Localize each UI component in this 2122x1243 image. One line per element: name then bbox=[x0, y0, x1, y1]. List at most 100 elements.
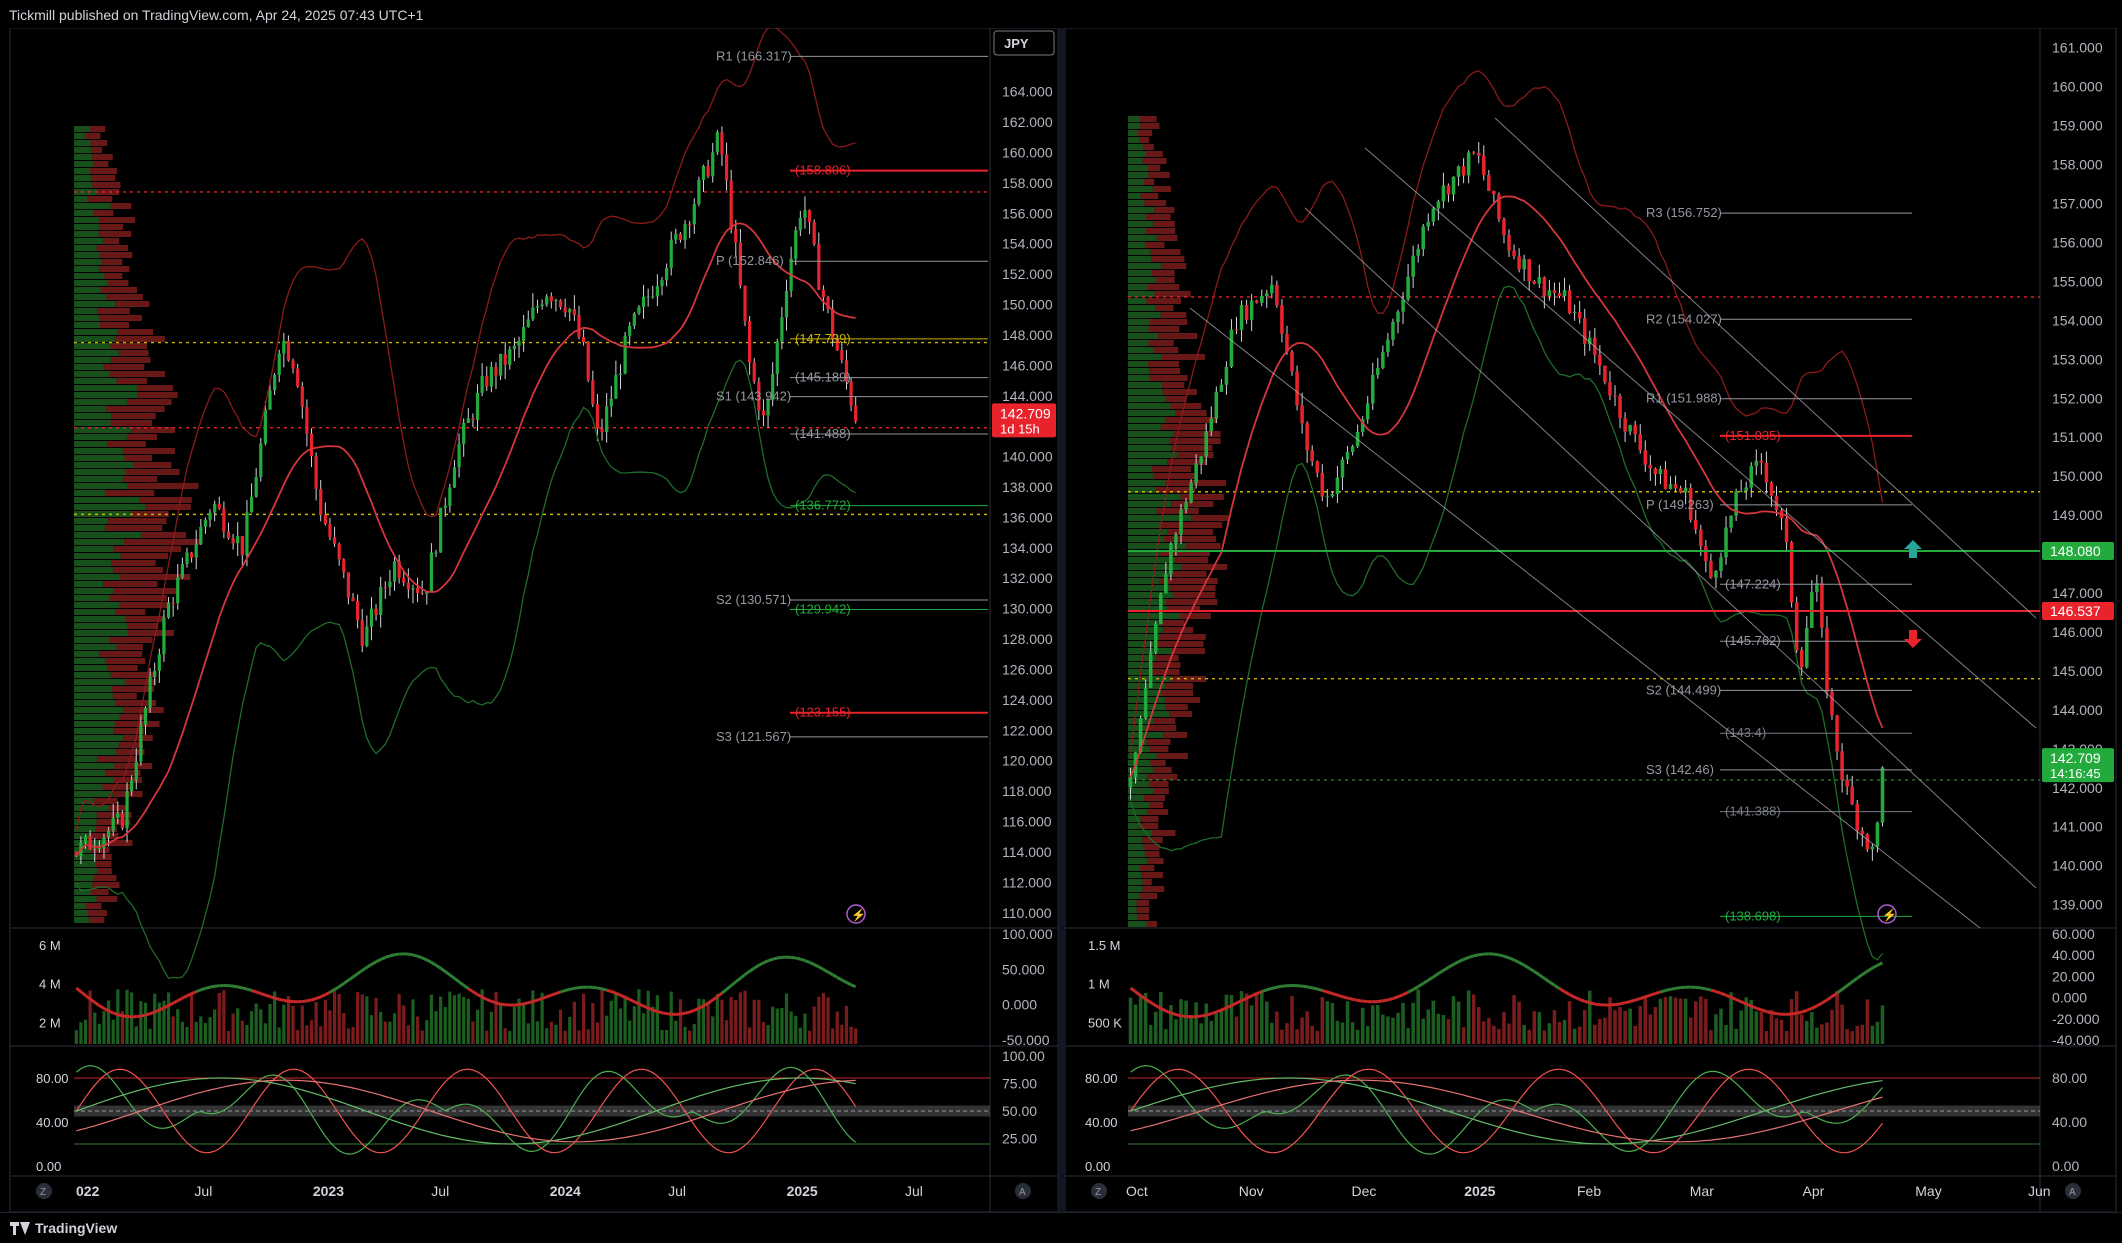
candle-body bbox=[1346, 452, 1350, 459]
candle-body bbox=[185, 553, 188, 564]
currency-button[interactable]: JPY bbox=[994, 31, 1054, 55]
stoch-left-tick: 80.00 bbox=[1085, 1071, 1118, 1086]
candle-body bbox=[144, 708, 147, 725]
volume-profile-bar bbox=[90, 889, 108, 895]
chart-layout[interactable]: 164.000162.000160.000158.000156.000154.0… bbox=[0, 28, 2122, 1212]
candle-body bbox=[637, 307, 640, 313]
volume-bar bbox=[826, 997, 829, 1044]
volume-profile-bar bbox=[128, 630, 174, 636]
time-tick-label: 2025 bbox=[787, 1183, 818, 1199]
volume-bar bbox=[596, 1022, 599, 1044]
upper-band bbox=[76, 28, 855, 829]
volume-profile-bar bbox=[74, 735, 123, 741]
candle bbox=[1341, 457, 1345, 490]
candle bbox=[411, 585, 414, 604]
lightning-icon[interactable]: ⚡ bbox=[1878, 905, 1897, 923]
candle-body bbox=[1315, 462, 1319, 473]
candle-body bbox=[1502, 219, 1506, 235]
volume-oscillator-segment bbox=[1272, 987, 1277, 988]
candle-body bbox=[753, 362, 756, 381]
arrow-up-icon[interactable] bbox=[1904, 540, 1922, 558]
candle-body bbox=[139, 725, 142, 762]
a-axis-icon[interactable]: A bbox=[1015, 1183, 1031, 1199]
volume-profile-bar bbox=[1128, 291, 1154, 297]
volume-bar bbox=[494, 992, 497, 1044]
last-price-badge: 142.7091d 15h bbox=[992, 403, 1056, 437]
volume-bar bbox=[1250, 1005, 1254, 1044]
volume-profile-bar bbox=[109, 595, 166, 601]
volume-profile-bar bbox=[1137, 914, 1149, 920]
pivot-level-label: (141.388) bbox=[1725, 804, 1781, 819]
volume-oscillator-segment bbox=[1454, 962, 1459, 965]
pivot-level-label: (158.806) bbox=[795, 163, 851, 178]
volume-profile-bar bbox=[1128, 284, 1148, 290]
candle-body bbox=[1366, 403, 1370, 419]
a-axis-icon[interactable]: A bbox=[2065, 1183, 2081, 1199]
volume-bar bbox=[674, 1021, 677, 1044]
tradingview-logo[interactable]: TradingView bbox=[10, 1220, 117, 1236]
volume-profile-bar bbox=[1128, 403, 1170, 409]
volume-oscillator-segment bbox=[1766, 1011, 1771, 1012]
volume-profile-bar bbox=[1186, 543, 1220, 549]
volume-profile-bar bbox=[120, 714, 146, 720]
z-axis-icon[interactable]: Z bbox=[1091, 1183, 1107, 1199]
volume-oscillator-segment bbox=[1267, 988, 1272, 990]
volume-bar bbox=[1568, 1001, 1572, 1044]
candle bbox=[1866, 833, 1870, 852]
candle-body bbox=[1568, 290, 1572, 313]
volume-profile-bar bbox=[1128, 193, 1141, 199]
volume-profile-bar bbox=[113, 588, 178, 594]
pivot-level-label: S1 (143.942) bbox=[716, 389, 791, 404]
volume-bar bbox=[259, 1009, 262, 1044]
candle-body bbox=[1437, 201, 1441, 208]
candle bbox=[1649, 455, 1653, 481]
price-axis: 164.000162.000160.000158.000156.000154.0… bbox=[1002, 84, 1053, 921]
z-axis-icon[interactable]: Z bbox=[36, 1183, 52, 1199]
candle-body bbox=[195, 544, 198, 557]
candle-body bbox=[231, 538, 234, 543]
volume-oscillator-segment bbox=[247, 989, 252, 990]
volume-profile-bar bbox=[91, 175, 115, 181]
candle-body bbox=[1149, 652, 1153, 688]
candle bbox=[591, 371, 594, 407]
volume-profile-bar bbox=[74, 350, 119, 356]
volume-oscillator-segment bbox=[1590, 1003, 1595, 1004]
volume-bar bbox=[1628, 1009, 1632, 1044]
volume-profile-bar bbox=[1128, 382, 1162, 388]
volume-profile-bar bbox=[1162, 690, 1193, 696]
volume-profile-bar bbox=[1155, 655, 1178, 661]
volume-oscillator-segment bbox=[1408, 990, 1413, 993]
volume-bar bbox=[1871, 1026, 1875, 1044]
candle-body bbox=[1457, 166, 1461, 177]
time-axis: OctNovDec2025FebMarAprMayJunZA bbox=[1091, 1183, 2081, 1199]
volume-bar bbox=[393, 1013, 396, 1044]
candle bbox=[222, 501, 225, 538]
volume-oscillator-segment bbox=[1348, 998, 1353, 999]
candle bbox=[1230, 319, 1234, 368]
volume-bar bbox=[1220, 1010, 1224, 1044]
volume-oscillator-segment bbox=[238, 987, 243, 988]
volume-bar bbox=[167, 992, 170, 1044]
volume-profile-bar bbox=[1154, 207, 1174, 213]
candle bbox=[559, 299, 562, 309]
volume-profile-bar bbox=[74, 378, 116, 384]
arrow-down-icon[interactable] bbox=[1904, 630, 1922, 648]
lightning-icon[interactable]: ⚡ bbox=[847, 905, 866, 923]
volume-profile-bar bbox=[1165, 683, 1193, 689]
volume-profile-bar bbox=[1128, 130, 1138, 136]
volume-bar bbox=[144, 1003, 147, 1044]
time-tick-label: Oct bbox=[1126, 1183, 1148, 1199]
candle-body bbox=[1492, 191, 1496, 194]
volume-bar bbox=[402, 1006, 405, 1044]
volume-bar bbox=[813, 1007, 816, 1044]
volume-profile-bar bbox=[74, 420, 111, 426]
volume-bar bbox=[707, 1002, 710, 1044]
volume-profile-bar bbox=[74, 490, 106, 496]
candle-body bbox=[1876, 823, 1880, 847]
price-tick-label: 144.000 bbox=[1002, 388, 1053, 404]
price-tick-label: 124.000 bbox=[1002, 692, 1053, 708]
price-tick-label: 160.000 bbox=[2052, 79, 2103, 95]
volume-profile-bar bbox=[85, 903, 102, 909]
volume-bar bbox=[218, 993, 221, 1044]
volume-bar bbox=[195, 1022, 198, 1044]
